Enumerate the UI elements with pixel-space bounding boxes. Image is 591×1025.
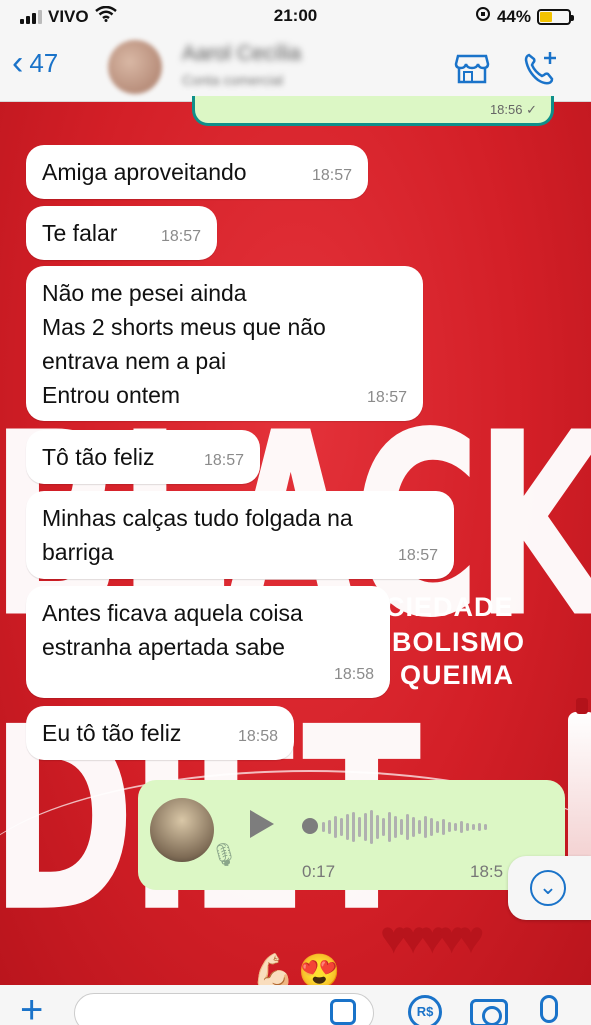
message-text: Antes ficava aquela coisa estranha apert… <box>42 600 303 660</box>
wallpaper-product-bottle <box>568 698 591 862</box>
rs-payment-icon[interactable]: R$ <box>408 995 442 1025</box>
message-bubble[interactable]: Tô tão feliz 18:57 <box>26 430 260 484</box>
message-time: 18:57 <box>311 167 352 184</box>
message-time: 18:58 <box>237 728 278 745</box>
wallpaper-line-2: BOLISMO <box>392 627 525 657</box>
message-input[interactable] <box>74 993 374 1025</box>
audio-waveform[interactable] <box>322 810 487 844</box>
voice-time: 18:5 <box>470 862 504 881</box>
store-icon[interactable] <box>452 48 492 93</box>
battery-icon <box>537 8 574 25</box>
contact-avatar[interactable] <box>108 40 162 94</box>
message-time: 18:58 <box>333 666 374 683</box>
voice-duration: 0:17 <box>302 862 336 881</box>
message-text: Minhas calças tudo folgada na barriga <box>42 505 353 565</box>
chat-header: ‹ 47 Aarol Cecília Conta comercial <box>0 32 591 102</box>
message-bubble[interactable]: Eu tô tão feliz 18:58 <box>26 706 294 760</box>
chevron-left-icon: ‹ <box>12 44 24 82</box>
message-bubble[interactable]: Minhas calças tudo folgada na barriga 18… <box>26 491 454 579</box>
sticker-icon[interactable] <box>330 999 356 1025</box>
previous-sent-message[interactable]: 18:56 ✓ <box>192 96 554 126</box>
contact-name[interactable]: Aarol Cecília <box>182 42 301 66</box>
previous-message-time: 18:56 <box>489 102 523 117</box>
unread-count: 47 <box>29 47 59 78</box>
wallpaper-line-1: CIEDADE <box>385 592 514 622</box>
message-bubble[interactable]: Não me pesei ainda Mas 2 shorts meus que… <box>26 266 423 421</box>
add-call-icon[interactable] <box>520 48 560 93</box>
plus-icon[interactable]: + <box>20 990 43 1025</box>
wallpaper-line-3: QUEIMA <box>400 660 514 690</box>
message-text: Amiga aproveitando <box>42 159 247 185</box>
message-time: 18:57 <box>366 389 407 406</box>
mic-icon[interactable] <box>540 995 558 1023</box>
message-bubble[interactable]: Amiga aproveitando 18:57 <box>26 145 368 199</box>
contact-subtitle: Conta comercial <box>182 72 284 88</box>
camera-icon[interactable] <box>470 999 508 1025</box>
message-bubble[interactable]: Te falar 18:57 <box>26 206 217 260</box>
back-button[interactable]: ‹ 47 <box>12 46 58 80</box>
message-time: 18:57 <box>160 228 201 245</box>
message-time: 18:57 <box>203 452 244 469</box>
message-time: 18:57 <box>397 547 438 564</box>
scroll-to-bottom-button[interactable]: ⌄ <box>508 856 591 920</box>
sender-avatar <box>150 798 214 862</box>
status-right: 44% <box>475 6 574 27</box>
battery-percent: 44% <box>496 6 531 26</box>
voice-message[interactable]: 🎙 0:17 18:5 <box>138 780 565 890</box>
mic-icon: 🎙 <box>210 842 238 867</box>
message-text: Não me pesei ainda Mas 2 shorts meus que… <box>42 280 326 408</box>
message-bubble[interactable]: Antes ficava aquela coisa estranha apert… <box>26 586 390 698</box>
status-bar: VIVO 21:00 44% <box>0 0 591 32</box>
wallpaper-hearts: ♥♥♥♥♥ <box>380 911 485 963</box>
orientation-lock-icon <box>475 6 491 27</box>
chevron-down-icon: ⌄ <box>530 870 566 906</box>
playback-scrubber[interactable] <box>302 818 318 834</box>
play-icon[interactable] <box>250 810 274 838</box>
message-input-bar: + R$ <box>0 985 591 1025</box>
